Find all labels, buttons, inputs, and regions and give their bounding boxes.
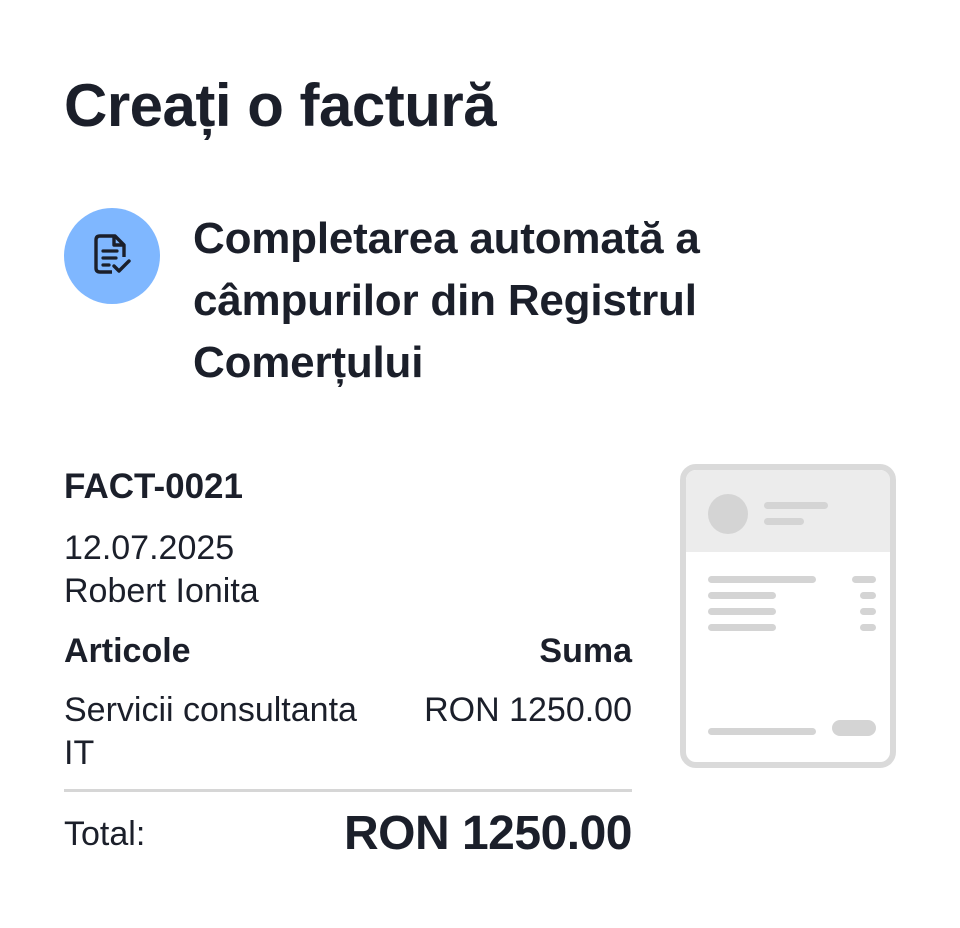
items-column-header: Articole xyxy=(64,632,191,670)
preview-amount-line xyxy=(860,592,876,599)
preview-text-line xyxy=(708,624,776,631)
line-item-amount: RON 1250.00 xyxy=(424,691,632,729)
invoice-number: FACT-0021 xyxy=(64,467,243,506)
amount-column-header: Suma xyxy=(539,632,632,670)
preview-text-line xyxy=(708,592,776,599)
preview-text-line xyxy=(708,608,776,615)
invoice-client: Robert Ionita xyxy=(64,572,259,610)
invoice-date: 12.07.2025 xyxy=(64,529,235,567)
feature-badge xyxy=(64,208,160,304)
invoice-preview-illustration xyxy=(680,464,896,768)
preview-footer-pill xyxy=(832,720,876,736)
feature-description: Completarea automată a câmpurilor din Re… xyxy=(193,214,700,387)
preview-footer-line xyxy=(708,728,816,735)
invoice-summary: FACT-0021 12.07.2025 Robert Ionita Artic… xyxy=(64,462,633,862)
items-header: Articole Suma xyxy=(64,629,632,673)
total-divider xyxy=(64,789,632,792)
preview-avatar xyxy=(708,494,748,534)
preview-text-line xyxy=(708,576,816,583)
document-check-icon xyxy=(92,233,132,280)
page-title: Creați o factură xyxy=(64,72,497,139)
preview-amount-line xyxy=(860,624,876,631)
total-row: Total: RON 1250.00 xyxy=(64,806,633,862)
line-item: Servicii consultanta IT RON 1250.00 xyxy=(64,689,632,775)
total-value: RON 1250.00 xyxy=(343,807,633,860)
preview-header-line xyxy=(764,502,828,509)
preview-amount-line xyxy=(860,608,876,615)
line-item-name: Servicii consultanta IT xyxy=(64,691,357,772)
preview-amount-line xyxy=(852,576,876,583)
preview-header-line xyxy=(764,518,804,525)
total-label: Total: xyxy=(64,815,146,853)
